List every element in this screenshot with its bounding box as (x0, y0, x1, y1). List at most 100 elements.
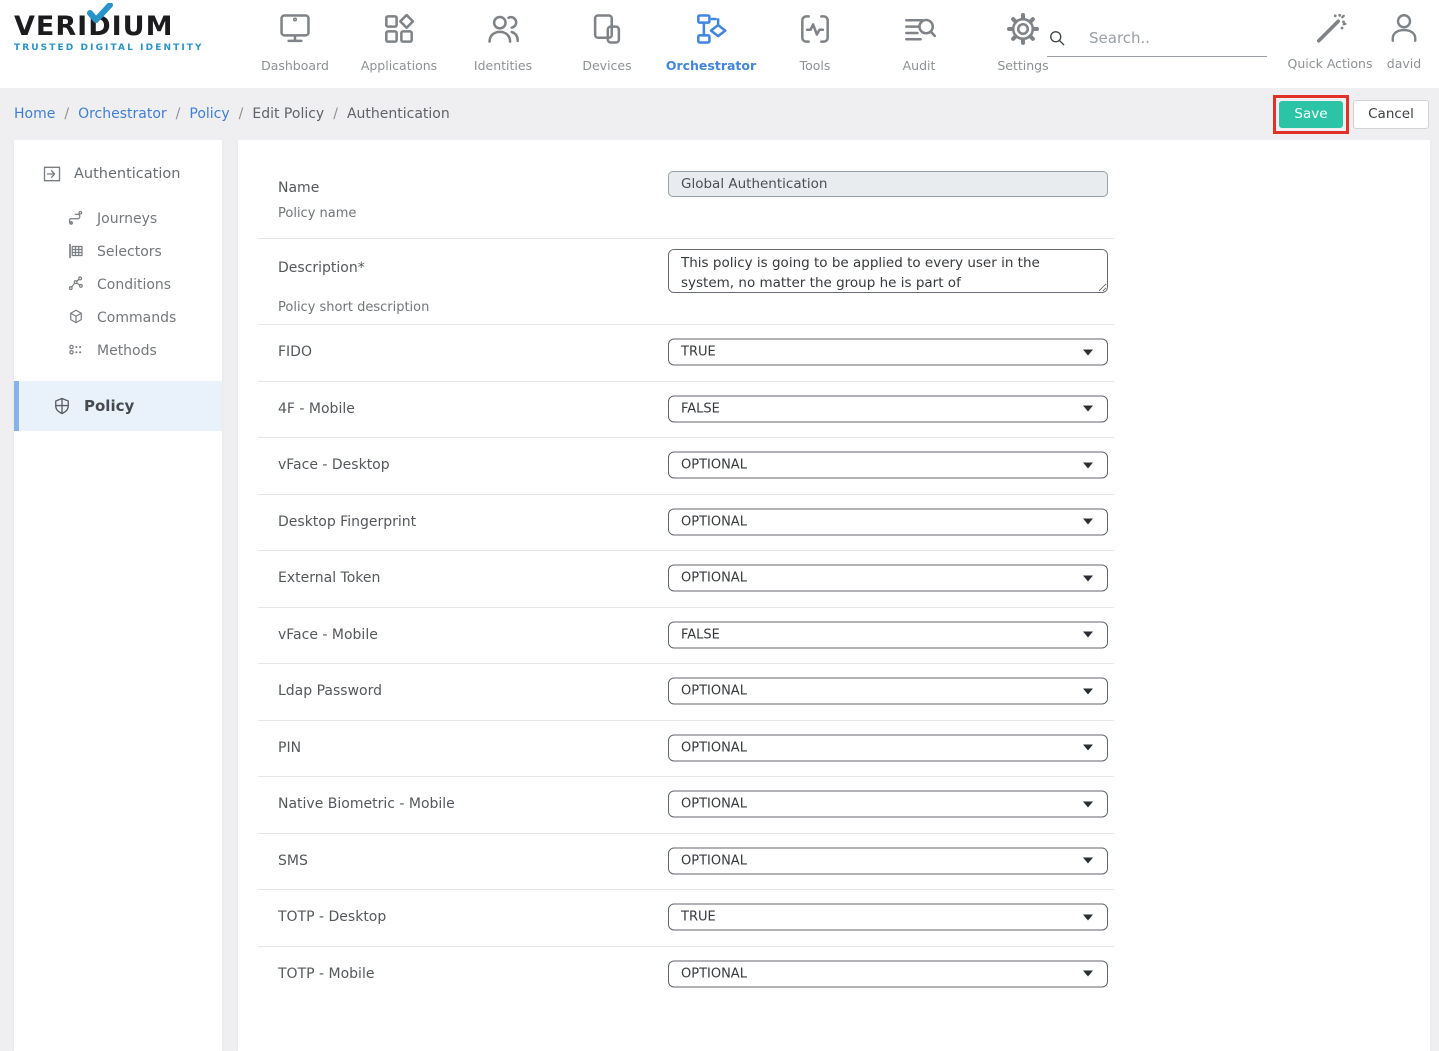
breadcrumb-separator: / (333, 106, 338, 122)
route-icon (67, 209, 87, 229)
quick-actions-label: Quick Actions (1287, 56, 1373, 71)
select-value: FALSE (681, 627, 720, 642)
sidebar-item-methods[interactable]: Methods (14, 334, 222, 367)
nav-label: Tools (763, 58, 867, 73)
vface-mobile-select[interactable]: FALSE (668, 621, 1108, 648)
chevron-down-icon (1083, 406, 1093, 412)
quick-actions-button[interactable]: Quick Actions (1287, 0, 1373, 71)
sidebar-item-label: Conditions (97, 277, 171, 293)
global-search (1047, 28, 1267, 57)
sidebar-item-policy[interactable]: Policy (14, 381, 222, 431)
divider (258, 437, 1114, 438)
chevron-down-icon (1083, 349, 1093, 355)
save-button[interactable]: Save (1279, 101, 1343, 128)
native-biometric-mobile-select[interactable]: OPTIONAL (668, 791, 1108, 818)
totp-desktop-select[interactable]: TRUE (668, 904, 1108, 931)
branch-icon (67, 275, 87, 295)
people-icon (484, 10, 522, 48)
pin-select[interactable]: OPTIONAL (668, 734, 1108, 761)
magic-wand-icon (1311, 10, 1349, 48)
apps-grid-icon (380, 10, 418, 48)
nav-applications[interactable]: Applications (347, 0, 451, 73)
desktop-fingerprint-select[interactable]: OPTIONAL (668, 508, 1108, 535)
annotation-highlight-box: Save (1273, 95, 1349, 134)
user-menu[interactable]: david (1373, 0, 1435, 71)
divider (258, 889, 1114, 890)
divider (258, 324, 1114, 325)
nav-label: Dashboard (243, 58, 347, 73)
sidebar-item-selectors[interactable]: Selectors (14, 235, 222, 268)
nav-label: Audit (867, 58, 971, 73)
cube-icon (67, 308, 87, 328)
field-label: PIN (278, 740, 301, 756)
4f-mobile-select[interactable]: FALSE (668, 395, 1108, 422)
login-icon (42, 164, 62, 184)
dots-grid-icon (67, 341, 87, 361)
field-label: Ldap Password (278, 683, 382, 699)
description-field-row: Description* Policy short description Th… (238, 238, 1430, 324)
nav-identities[interactable]: Identities (451, 0, 555, 73)
search-icon (1047, 28, 1067, 48)
nav-right-cluster: Quick Actions david (1287, 0, 1439, 71)
sidebar: Authentication Journeys Selectors Condit… (14, 140, 222, 1051)
cancel-button[interactable]: Cancel (1353, 100, 1429, 129)
sidebar-item-authentication[interactable]: Authentication (14, 140, 222, 194)
breadcrumb-policy[interactable]: Policy (189, 106, 229, 122)
sidebar-item-label: Selectors (97, 244, 162, 260)
nav-devices[interactable]: Devices (555, 0, 659, 73)
monitor-icon (276, 10, 314, 48)
chevron-down-icon (1083, 688, 1093, 694)
divider (258, 550, 1114, 551)
external-token-row: External Token OPTIONAL (238, 550, 1430, 607)
fido-select[interactable]: TRUE (668, 339, 1108, 366)
field-label: TOTP - Desktop (278, 909, 386, 925)
sidebar-item-journeys[interactable]: Journeys (14, 202, 222, 235)
nav-dashboard[interactable]: Dashboard (243, 0, 347, 73)
breadcrumb-orchestrator[interactable]: Orchestrator (78, 106, 167, 122)
nav-label: Identities (451, 58, 555, 73)
sms-select[interactable]: OPTIONAL (668, 847, 1108, 874)
name-label: Name (278, 180, 319, 196)
nav-orchestrator[interactable]: Orchestrator (659, 0, 763, 73)
name-sublabel: Policy name (278, 206, 356, 221)
sidebar-item-label: Journeys (97, 211, 157, 227)
sidebar-item-commands[interactable]: Commands (14, 301, 222, 334)
totp-mobile-select[interactable]: OPTIONAL (668, 960, 1108, 987)
select-value: TRUE (681, 910, 716, 925)
field-label: vFace - Desktop (278, 457, 390, 473)
name-field-row: Name Policy name (238, 140, 1430, 238)
select-value: OPTIONAL (681, 853, 747, 868)
audit-search-icon (900, 10, 938, 48)
select-value: OPTIONAL (681, 966, 747, 981)
breadcrumb-separator: / (64, 106, 69, 122)
veridium-logo: VERIDIUM TRUSTED DIGITAL IDENTITY (14, 12, 210, 53)
search-input[interactable] (1089, 29, 1249, 47)
user-icon (1385, 10, 1423, 48)
vface-desktop-select[interactable]: OPTIONAL (668, 452, 1108, 479)
chevron-down-icon (1083, 971, 1093, 977)
totp-mobile-row: TOTP - Mobile OPTIONAL (238, 946, 1430, 1003)
fido-row: FIDO TRUE (238, 324, 1430, 381)
chevron-down-icon (1083, 462, 1093, 468)
policy-name-input[interactable] (668, 171, 1108, 197)
chevron-down-icon (1083, 858, 1093, 864)
divider (258, 381, 1114, 382)
policy-description-textarea[interactable]: This policy is going to be applied to ev… (668, 249, 1108, 293)
ldap-password-row: Ldap Password OPTIONAL (238, 663, 1430, 720)
gear-icon (1004, 10, 1042, 48)
field-label: vFace - Mobile (278, 627, 378, 643)
nav-tools[interactable]: Tools (763, 0, 867, 73)
description-label: Description* (278, 260, 365, 276)
logo-tagline: TRUSTED DIGITAL IDENTITY (14, 43, 210, 53)
field-label: FIDO (278, 344, 312, 360)
select-value: OPTIONAL (681, 740, 747, 755)
external-token-select[interactable]: OPTIONAL (668, 565, 1108, 592)
sidebar-item-conditions[interactable]: Conditions (14, 268, 222, 301)
nav-audit[interactable]: Audit (867, 0, 971, 73)
chevron-down-icon (1083, 801, 1093, 807)
ldap-password-select[interactable]: OPTIONAL (668, 678, 1108, 705)
chevron-down-icon (1083, 575, 1093, 581)
breadcrumb-home[interactable]: Home (14, 106, 55, 122)
chevron-down-icon (1083, 914, 1093, 920)
vface-mobile-row: vFace - Mobile FALSE (238, 607, 1430, 664)
